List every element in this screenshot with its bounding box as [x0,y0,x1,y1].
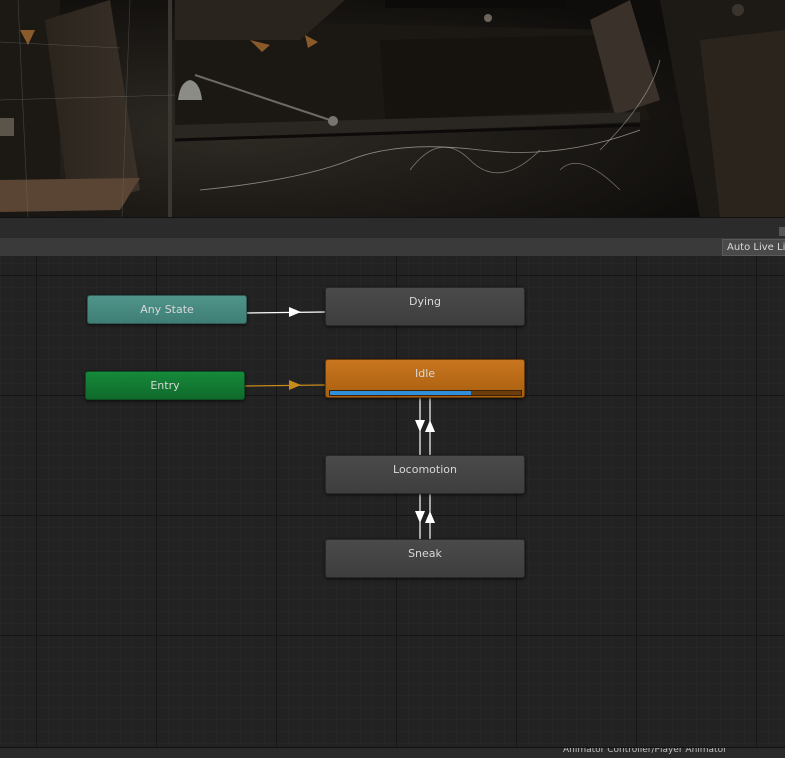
state-entry[interactable]: Entry [85,371,245,400]
transition-layer [244,307,435,539]
state-label: Entry [150,379,180,392]
transition-any-state-to-dying[interactable] [246,311,326,314]
state-label: Idle [414,367,436,380]
state-dying[interactable]: Dying [325,287,525,326]
state-sneak[interactable]: Sneak [325,539,525,578]
state-label: Locomotion [393,463,457,476]
panel-menu-icon[interactable] [779,227,785,236]
state-progress-bar [329,390,522,396]
transition-arrow-icon [289,380,301,390]
state-any-state[interactable]: Any State [87,295,247,324]
state-label: Dying [409,295,441,308]
status-bar: Animator Controller/Player Animator [0,747,785,758]
state-label: Any State [140,303,194,316]
animator-toolbar: Auto Live Link [0,238,785,257]
transition-arrow-icon [415,511,425,523]
transition-arrow-icon [415,420,425,432]
transition-arrow-icon [425,511,435,523]
controller-path: Animator Controller/Player Animator [563,747,727,755]
scene-viewport [0,0,785,217]
transition-arrow-icon [425,420,435,432]
state-machine-graph[interactable]: Any State Dying Entry Idle Locomotion Sn… [0,256,785,747]
state-idle[interactable]: Idle [325,359,525,398]
state-locomotion[interactable]: Locomotion [325,455,525,494]
transition-arrow-icon [289,307,301,317]
scene-render [0,0,785,217]
transition-entry-to-idle[interactable] [244,384,326,387]
state-label: Sneak [408,547,442,560]
auto-live-link-button[interactable]: Auto Live Link [722,239,785,256]
state-progress-fill [330,391,472,395]
panel-splitter[interactable] [0,217,785,239]
